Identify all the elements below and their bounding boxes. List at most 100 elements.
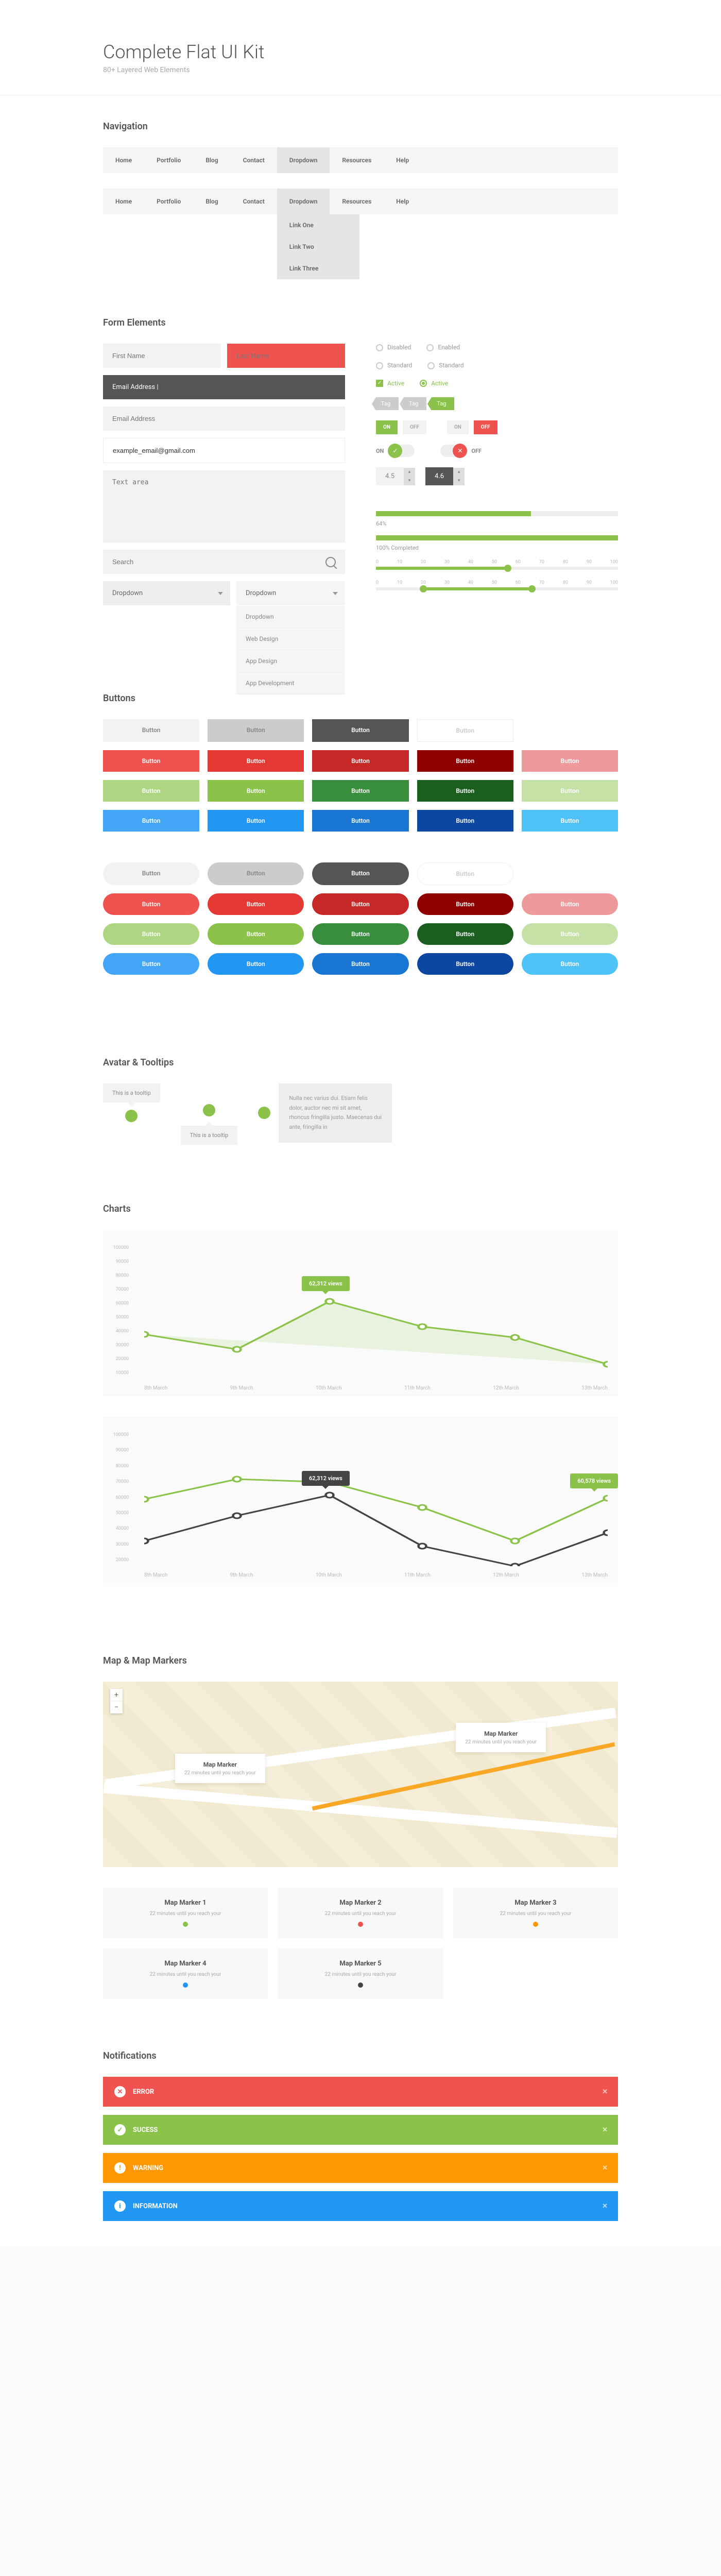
button-pill[interactable]: Button <box>103 923 199 945</box>
button[interactable]: Button <box>208 750 304 772</box>
zoom-out-icon[interactable]: − <box>110 1701 123 1714</box>
search-icon[interactable] <box>325 557 336 567</box>
dropdown-option[interactable]: App Design <box>236 650 345 672</box>
nav-resources[interactable]: Resources <box>330 147 384 173</box>
nav-portfolio[interactable]: Portfolio <box>144 189 193 214</box>
radio-active[interactable]: Active <box>420 380 448 387</box>
step-down-icon[interactable]: ▾ <box>404 477 415 485</box>
button[interactable]: Button <box>522 780 618 802</box>
close-icon[interactable]: ✕ <box>602 2126 608 2134</box>
tag-grey[interactable]: Tag <box>376 397 399 410</box>
nav-help[interactable]: Help <box>384 147 421 173</box>
marker-card[interactable]: Map Marker 522 minutes until you reach y… <box>278 1948 443 1999</box>
map[interactable]: + − Map Marker 22 minutes until you reac… <box>103 1682 618 1867</box>
email-filled-input[interactable] <box>103 438 345 463</box>
dropdown-item[interactable]: Link Three <box>277 258 359 279</box>
marker-card[interactable]: Map Marker 322 minutes until you reach y… <box>453 1888 618 1938</box>
map-marker-popup[interactable]: Map Marker 22 minutes until you reach yo… <box>175 1754 265 1783</box>
dropdown-item[interactable]: Link One <box>277 214 359 236</box>
button-pill[interactable]: Button <box>103 953 199 975</box>
dropdown-open[interactable]: Dropdown <box>236 581 345 605</box>
button-pill[interactable]: Button <box>312 923 408 945</box>
button-pill[interactable]: Button <box>312 953 408 975</box>
button[interactable]: Button <box>103 810 199 832</box>
button-pill[interactable]: Button <box>312 862 408 885</box>
toggle-off[interactable]: OFF <box>403 420 426 434</box>
nav-home[interactable]: Home <box>103 189 144 214</box>
map-marker-popup[interactable]: Map Marker 22 minutes until you reach yo… <box>456 1723 546 1752</box>
button-pill[interactable]: Button <box>103 893 199 915</box>
toggle-off-red[interactable]: OFF <box>474 420 497 434</box>
button-pill[interactable]: Button <box>417 923 513 945</box>
button-pill[interactable]: Button <box>417 862 513 885</box>
button[interactable]: Button <box>208 780 304 802</box>
marker-card[interactable]: Map Marker 222 minutes until you reach y… <box>278 1888 443 1938</box>
step-up-icon[interactable]: ▴ <box>453 468 465 477</box>
avatar[interactable] <box>203 1104 215 1116</box>
close-icon[interactable]: ✕ <box>602 2088 608 2096</box>
button-pill[interactable]: Button <box>208 893 304 915</box>
button[interactable]: Button <box>417 780 513 802</box>
button[interactable]: Button <box>522 810 618 832</box>
tag-green[interactable]: Tag <box>432 397 454 410</box>
nav-dropdown-open[interactable]: Dropdown Link One Link Two Link Three <box>277 189 330 214</box>
switch-on[interactable] <box>389 445 415 457</box>
step-up-icon[interactable]: ▴ <box>404 468 415 477</box>
button[interactable]: Button <box>522 750 618 772</box>
nav-resources[interactable]: Resources <box>330 189 384 214</box>
button[interactable]: Button <box>417 750 513 772</box>
dropdown-option[interactable]: Dropdown <box>236 606 345 628</box>
close-icon[interactable]: ✕ <box>602 2164 608 2172</box>
dropdown-option[interactable]: App Development <box>236 672 345 694</box>
dropdown-item[interactable]: Link Two <box>277 236 359 258</box>
button-pill[interactable]: Button <box>522 923 618 945</box>
zoom-in-icon[interactable]: + <box>110 1689 123 1701</box>
button-pill[interactable]: Button <box>522 893 618 915</box>
checkbox-active[interactable]: Active <box>376 380 404 387</box>
radio-standard[interactable]: Standard <box>427 362 464 369</box>
button[interactable]: Button <box>208 810 304 832</box>
button-pill[interactable]: Button <box>312 893 408 915</box>
nav-home[interactable]: Home <box>103 147 144 173</box>
dropdown-option[interactable]: Web Design <box>236 628 345 650</box>
button[interactable]: Button <box>312 810 408 832</box>
toggle-on[interactable]: ON <box>447 420 469 434</box>
radio-enabled[interactable]: Enabled <box>426 344 460 351</box>
button[interactable]: Button <box>103 780 199 802</box>
button-pill[interactable]: Button <box>417 893 513 915</box>
button[interactable]: Button <box>417 719 513 742</box>
radio-disabled[interactable]: Disabled <box>376 344 411 351</box>
button[interactable]: Button <box>312 780 408 802</box>
button[interactable]: Button <box>208 719 304 742</box>
dropdown-closed[interactable]: Dropdown <box>103 581 230 605</box>
marker-card[interactable]: Map Marker 122 minutes until you reach y… <box>103 1888 268 1938</box>
button[interactable]: Button <box>312 750 408 772</box>
nav-contact[interactable]: Contact <box>231 147 277 173</box>
button[interactable]: Button <box>417 810 513 832</box>
email-input[interactable] <box>103 406 345 431</box>
nav-dropdown[interactable]: Dropdown <box>277 147 330 173</box>
nav-portfolio[interactable]: Portfolio <box>144 147 193 173</box>
nav-help[interactable]: Help <box>384 189 421 214</box>
button[interactable]: Button <box>103 750 199 772</box>
marker-card[interactable]: Map Marker 422 minutes until you reach y… <box>103 1948 268 1999</box>
button[interactable]: Button <box>103 719 199 742</box>
close-icon[interactable]: ✕ <box>602 2202 608 2210</box>
stepper[interactable]: 4.5▴▾ <box>376 467 415 485</box>
first-name-input[interactable] <box>103 344 221 368</box>
stepper-active[interactable]: 4.6▴▾ <box>425 467 465 485</box>
toggle-on[interactable]: ON <box>376 420 398 434</box>
tag-grey[interactable]: Tag <box>404 397 426 410</box>
nav-blog[interactable]: Blog <box>193 189 230 214</box>
button[interactable]: Button <box>312 719 408 742</box>
nav-blog[interactable]: Blog <box>193 147 230 173</box>
button-pill[interactable]: Button <box>208 862 304 885</box>
step-down-icon[interactable]: ▾ <box>453 477 465 485</box>
button-pill[interactable]: Button <box>417 953 513 975</box>
switch-off[interactable] <box>440 445 466 457</box>
slider-range[interactable] <box>376 587 618 590</box>
search-field[interactable] <box>103 550 345 574</box>
radio-standard[interactable]: Standard <box>376 362 412 369</box>
nav-contact[interactable]: Contact <box>231 189 277 214</box>
avatar[interactable] <box>258 1107 270 1119</box>
